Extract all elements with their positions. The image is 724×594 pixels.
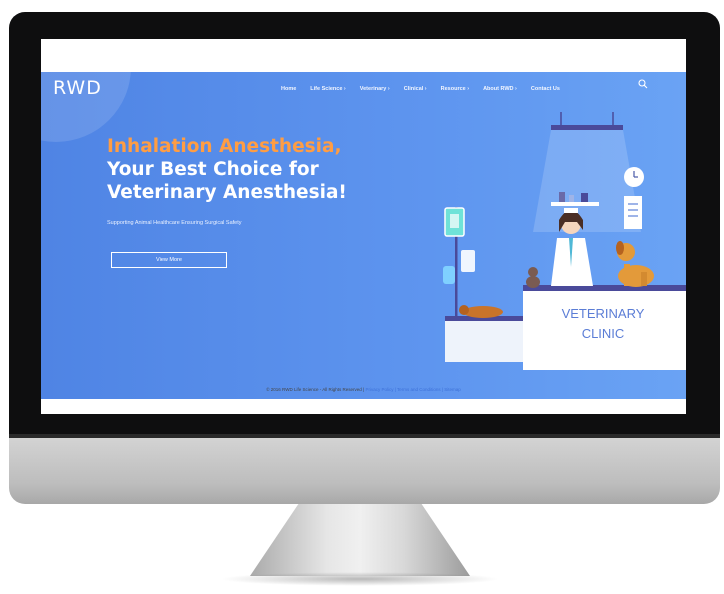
bezel-edge bbox=[9, 434, 720, 438]
nav-item-home[interactable]: Home bbox=[281, 86, 296, 92]
monitor-stand bbox=[250, 504, 470, 576]
site-logo[interactable]: RWD bbox=[53, 77, 102, 99]
hero-headline-line-2: Your Best Choice for bbox=[107, 159, 319, 180]
copyright-text: © 2016 RWD Life Science - All Rights Res… bbox=[266, 387, 365, 392]
sign-veterinary: VETERINARY bbox=[562, 306, 645, 321]
view-more-button[interactable]: View More bbox=[111, 252, 227, 268]
footer-links[interactable]: Privacy Policy | Terms and Conditions | … bbox=[365, 387, 460, 392]
monitor-stage: RWD Home Life Science › Veterinary › Cli… bbox=[0, 0, 724, 594]
nav-item-veterinary[interactable]: Veterinary › bbox=[360, 86, 390, 92]
sign-clinic: CLINIC bbox=[582, 326, 625, 341]
hero-headline-accent: Inhalation Anesthesia, bbox=[107, 136, 342, 157]
screen: RWD Home Life Science › Veterinary › Cli… bbox=[41, 39, 686, 414]
monitor-chin bbox=[9, 436, 720, 504]
hero-headline-line-3: Veterinary Anesthesia! bbox=[107, 182, 347, 203]
footer: © 2016 RWD Life Science - All Rights Res… bbox=[41, 387, 686, 392]
nav-item-life-science[interactable]: Life Science › bbox=[310, 86, 345, 92]
vet-clinic-illustration: VETERINARY CLINIC bbox=[443, 112, 686, 370]
hero-subtitle: Supporting Animal Healthcare Ensuring Su… bbox=[107, 220, 242, 226]
stand-shadow bbox=[220, 572, 500, 586]
